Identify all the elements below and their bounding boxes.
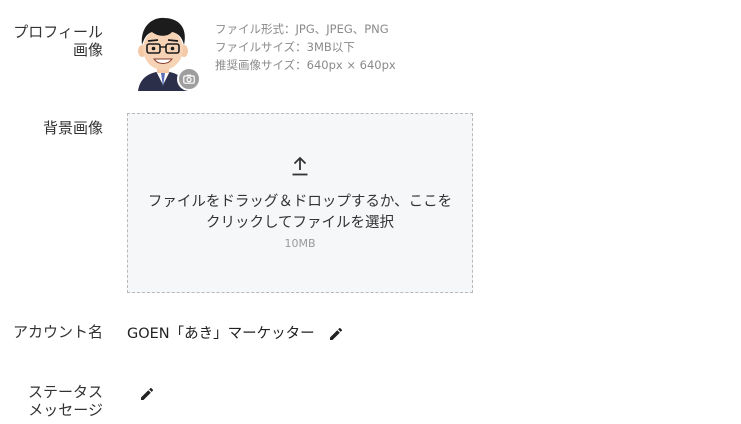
file-size-text: ファイルサイズ：3MB以下 [215, 40, 355, 54]
profile-settings-form: プロフィール 画像 ファイル形式：JPG、JPEG、PNG ファイルサイズ：3M… [0, 0, 741, 424]
background-image-label-text: 背景画像 [42, 119, 103, 137]
camera-glyph [183, 74, 195, 84]
status-message-label-line2: メッセージ [28, 401, 103, 419]
profile-avatar-upload[interactable] [134, 15, 201, 91]
profile-image-requirements: ファイル形式：JPG、JPEG、PNG ファイルサイズ：3MB以下 推奨画像サイ… [215, 20, 396, 74]
background-image-label: 背景画像 [0, 119, 103, 137]
pencil-icon[interactable] [328, 326, 344, 342]
recommended-size-text: 推奨画像サイズ：640px × 640px [215, 58, 396, 72]
account-name-label: アカウント名 [0, 323, 103, 341]
profile-image-label-line1: プロフィール [13, 23, 103, 41]
profile-image-label: プロフィール 画像 [0, 23, 103, 59]
status-message-label-line1: ステータス [27, 383, 103, 401]
file-format-text: ファイル形式：JPG、JPEG、PNG [215, 22, 389, 36]
camera-icon[interactable] [177, 67, 201, 91]
background-image-dropzone[interactable]: ファイルをドラッグ＆ドロップするか、ここをクリックしてファイルを選択 10MB [127, 113, 473, 293]
dropzone-instruction: ファイルをドラッグ＆ドロップするか、ここをクリックしてファイルを選択 [147, 194, 453, 231]
pencil-icon[interactable] [139, 386, 155, 402]
upload-icon [292, 156, 308, 176]
profile-image-label-line2: 画像 [72, 41, 103, 59]
account-name-label-text: アカウント名 [12, 323, 103, 341]
account-name-value: GOEN「あき」マーケッター [127, 326, 315, 342]
status-message-label: ステータス メッセージ [0, 383, 103, 419]
dropzone-max-size: 10MB [284, 237, 316, 250]
